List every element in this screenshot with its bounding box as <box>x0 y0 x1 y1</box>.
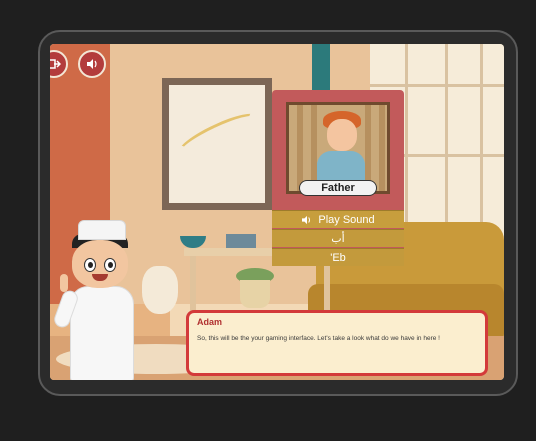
play-sound-label: Play Sound <box>318 213 375 226</box>
character-eye <box>84 258 96 272</box>
window-bar <box>480 44 483 244</box>
transliteration: 'Eb <box>272 248 404 266</box>
vase <box>142 266 178 314</box>
window-bar <box>370 84 504 87</box>
speaker-icon <box>302 215 311 224</box>
card-word-label: Father <box>299 180 377 196</box>
plant-pot <box>240 280 270 308</box>
arabic-word-text: أب <box>331 233 345 245</box>
transliteration-text: 'Eb <box>330 251 346 264</box>
window-bar <box>445 44 448 244</box>
game-screen: Father Play Sound أب 'Eb Adam So, this w… <box>50 44 504 380</box>
father-figure-head <box>327 119 357 151</box>
play-sound-button[interactable]: Play Sound <box>272 210 404 228</box>
character-hand <box>60 274 68 292</box>
character-body <box>70 286 134 380</box>
window-bar <box>405 44 408 244</box>
word-card: Father Play Sound أب 'Eb <box>272 90 404 266</box>
arabic-word: أب <box>272 229 404 247</box>
guide-character <box>51 220 140 380</box>
exit-icon <box>50 59 61 69</box>
character-cap <box>78 220 126 240</box>
dialog-speaker: Adam <box>197 317 223 327</box>
books <box>226 234 256 248</box>
dialog-message: So, this will be the your gaming interfa… <box>197 335 440 342</box>
dialog-box[interactable]: Adam So, this will be the your gaming in… <box>186 310 488 376</box>
sound-icon <box>87 59 97 69</box>
character-eye <box>104 258 116 272</box>
sound-toggle-button[interactable] <box>78 50 106 78</box>
